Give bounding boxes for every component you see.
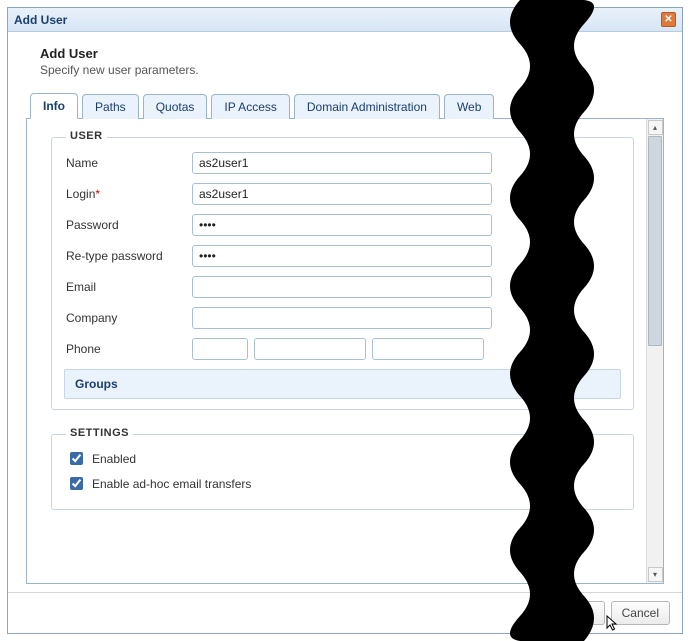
- groups-expander[interactable]: Groups: [64, 369, 621, 399]
- groups-label: Groups: [75, 377, 118, 391]
- name-input[interactable]: [192, 152, 492, 174]
- close-icon: ✕: [664, 15, 672, 25]
- scroll-down-arrow[interactable]: ▾: [648, 567, 663, 582]
- cancel-button[interactable]: Cancel: [611, 601, 670, 625]
- label-company: Company: [64, 311, 192, 325]
- row-company: Company: [64, 307, 621, 329]
- tab-content: USER Name Login* Password: [27, 119, 646, 583]
- dialog-body: Add User Specify new user parameters. In…: [8, 32, 682, 592]
- row-email: Email: [64, 276, 621, 298]
- tab-paths[interactable]: Paths: [82, 94, 139, 119]
- row-name: Name: [64, 152, 621, 174]
- scroll-thumb[interactable]: [648, 136, 662, 346]
- label-password: Password: [64, 218, 192, 232]
- close-button[interactable]: ✕: [661, 12, 676, 27]
- settings-legend: SETTINGS: [66, 427, 133, 439]
- phone-input-3[interactable]: [372, 338, 484, 360]
- row-password: Password: [64, 214, 621, 236]
- button-bar: OK Cancel: [8, 592, 682, 633]
- tab-web[interactable]: Web: [444, 94, 494, 119]
- label-name: Name: [64, 156, 192, 170]
- chevron-up-icon: ▴: [653, 123, 657, 132]
- titlebar: Add User ✕: [8, 8, 682, 32]
- company-input[interactable]: [192, 307, 492, 329]
- row-login: Login*: [64, 183, 621, 205]
- phone-input-2[interactable]: [254, 338, 366, 360]
- page-title: Add User: [40, 46, 664, 61]
- adhoc-checkbox[interactable]: [70, 477, 83, 490]
- password-input[interactable]: [192, 214, 492, 236]
- ok-button[interactable]: OK: [559, 601, 605, 625]
- user-fieldset: USER Name Login* Password: [51, 137, 634, 410]
- tab-info[interactable]: Info: [30, 93, 78, 119]
- chevron-down-icon: ▾: [653, 570, 657, 579]
- tab-strip: Info Paths Quotas IP Access Domain Admin…: [26, 93, 664, 119]
- login-input[interactable]: [192, 183, 492, 205]
- scroll-up-arrow[interactable]: ▴: [648, 120, 663, 135]
- vertical-scrollbar[interactable]: ▴ ▾: [646, 119, 663, 583]
- label-repassword: Re-type password: [64, 249, 192, 263]
- tab-quotas[interactable]: Quotas: [143, 94, 208, 119]
- label-phone: Phone: [64, 342, 192, 356]
- header-block: Add User Specify new user parameters.: [40, 46, 664, 77]
- required-mark: *: [95, 187, 100, 201]
- adhoc-label: Enable ad-hoc email transfers: [92, 477, 251, 491]
- dialog-title: Add User: [14, 13, 67, 27]
- email-input[interactable]: [192, 276, 492, 298]
- row-repassword: Re-type password: [64, 245, 621, 267]
- row-enabled: Enabled: [64, 449, 621, 468]
- row-phone: Phone: [64, 338, 621, 360]
- repassword-input[interactable]: [192, 245, 492, 267]
- label-login: Login*: [64, 187, 192, 201]
- user-legend: USER: [66, 130, 107, 142]
- enabled-label: Enabled: [92, 452, 136, 466]
- tab-ip-access[interactable]: IP Access: [211, 94, 289, 119]
- phone-input-1[interactable]: [192, 338, 248, 360]
- label-email: Email: [64, 280, 192, 294]
- tab-content-wrap: USER Name Login* Password: [26, 119, 664, 584]
- settings-fieldset: SETTINGS Enabled Enable ad-hoc email tra…: [51, 434, 634, 510]
- tab-domain-administration[interactable]: Domain Administration: [294, 94, 440, 119]
- page-subtitle: Specify new user parameters.: [40, 63, 664, 77]
- scroll-track[interactable]: [648, 136, 662, 566]
- phone-group: [192, 338, 484, 360]
- add-user-dialog: Add User ✕ Add User Specify new user par…: [7, 7, 683, 634]
- row-adhoc: Enable ad-hoc email transfers: [64, 474, 621, 493]
- enabled-checkbox[interactable]: [70, 452, 83, 465]
